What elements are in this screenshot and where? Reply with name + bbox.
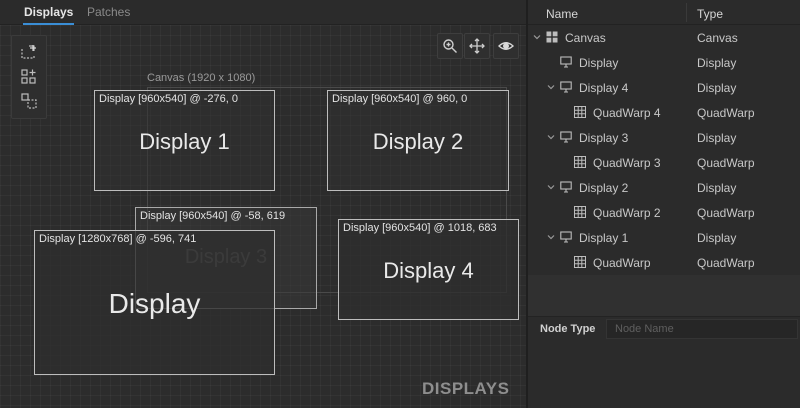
tree-empty-area bbox=[528, 275, 800, 316]
chevron-down-icon[interactable] bbox=[546, 81, 556, 91]
tool-palette bbox=[11, 35, 47, 119]
tree-row-name: QuadWarp 3 bbox=[593, 156, 661, 170]
grid-icon bbox=[574, 106, 586, 118]
display-main-label: Display [1280x768] @ -596, 741 bbox=[39, 233, 197, 245]
chevron-down-icon[interactable] bbox=[532, 31, 542, 41]
tree-row-type: QuadWarp bbox=[697, 156, 755, 170]
tree-row-type: Display bbox=[697, 231, 737, 245]
column-type-header[interactable]: Type bbox=[697, 7, 723, 21]
monitor-icon bbox=[560, 131, 572, 143]
move-button[interactable] bbox=[464, 33, 490, 59]
grid-icon bbox=[574, 206, 586, 218]
chevron-down-icon[interactable] bbox=[546, 131, 556, 141]
tree-row-type: Display bbox=[697, 181, 737, 195]
tree-row-name: QuadWarp 4 bbox=[593, 106, 661, 120]
display-1-box[interactable]: Display [960x540] @ -276, 0 Display 1 bbox=[94, 90, 275, 191]
tree-row-type: Display bbox=[697, 81, 737, 95]
tree-row-name: Display 1 bbox=[579, 231, 629, 245]
tree-row-type: Display bbox=[697, 56, 737, 70]
zoom-icon bbox=[443, 39, 457, 53]
monitor-icon bbox=[560, 56, 572, 68]
tree-row-name: Display bbox=[579, 56, 619, 70]
tab-patches[interactable]: Patches bbox=[87, 4, 130, 24]
displays-watermark: DISPLAYS bbox=[422, 379, 510, 398]
tree-row-quadwarp[interactable]: QuadWarp QuadWarp bbox=[528, 250, 800, 275]
tree-row-display-3[interactable]: Display 3 Display bbox=[528, 125, 800, 150]
tree-row-name: Display 4 bbox=[579, 81, 629, 95]
tree-row-quadwarp-4[interactable]: QuadWarp 4 QuadWarp bbox=[528, 100, 800, 125]
tree-row-type: Canvas bbox=[697, 31, 738, 45]
tree-header: Name Type bbox=[528, 0, 800, 25]
tree-row-type: QuadWarp bbox=[697, 206, 755, 220]
select-region-icon[interactable] bbox=[20, 92, 38, 110]
chevron-down-icon[interactable] bbox=[546, 181, 556, 191]
canvas-icon bbox=[546, 31, 558, 43]
tree-row-type: Display bbox=[697, 131, 737, 145]
node-name-input[interactable] bbox=[606, 319, 798, 339]
display-2-label: Display [960x540] @ 960, 0 bbox=[332, 93, 468, 105]
monitor-icon bbox=[560, 181, 572, 193]
display-main-box[interactable]: Display [1280x768] @ -596, 741 Display bbox=[34, 230, 275, 375]
tree-row-display-4[interactable]: Display 4 Display bbox=[528, 75, 800, 100]
add-grid-icon[interactable] bbox=[20, 68, 38, 86]
display-4-label: Display [960x540] @ 1018, 683 bbox=[343, 222, 497, 234]
tab-displays[interactable]: Displays bbox=[22, 4, 75, 25]
display-1-label: Display [960x540] @ -276, 0 bbox=[99, 93, 238, 105]
tree-row-name: Display 3 bbox=[579, 131, 629, 145]
node-properties-panel: Node Type bbox=[528, 316, 800, 408]
tree-row-canvas[interactable]: Canvas Canvas bbox=[528, 25, 800, 50]
display-canvas-viewport[interactable]: Canvas (1920 x 1080) Display [960x540] @… bbox=[0, 25, 526, 408]
monitor-icon bbox=[560, 231, 572, 243]
tree-row-type: QuadWarp bbox=[697, 256, 755, 270]
tree-row-type: QuadWarp bbox=[697, 106, 755, 120]
tree-row-name: Display 2 bbox=[579, 181, 629, 195]
move-icon bbox=[469, 38, 485, 54]
display-2-box[interactable]: Display [960x540] @ 960, 0 Display 2 bbox=[327, 90, 509, 191]
tree-row-display-1[interactable]: Display 1 Display bbox=[528, 225, 800, 250]
node-type-label: Node Type bbox=[540, 323, 596, 335]
display-3-label: Display [960x540] @ -58, 619 bbox=[140, 210, 286, 222]
grid-icon bbox=[574, 156, 586, 168]
column-name-header[interactable]: Name bbox=[546, 7, 578, 21]
node-tree: Canvas Canvas Display Display Display 4 … bbox=[528, 25, 800, 275]
tree-row-quadwarp-2[interactable]: QuadWarp 2 QuadWarp bbox=[528, 200, 800, 225]
display-1-title: Display 1 bbox=[139, 129, 230, 154]
add-display-icon[interactable] bbox=[20, 44, 38, 62]
column-separator[interactable] bbox=[686, 3, 687, 22]
eye-icon bbox=[498, 42, 514, 50]
monitor-icon bbox=[560, 81, 572, 93]
tree-row-name: QuadWarp bbox=[593, 256, 651, 270]
chevron-down-icon[interactable] bbox=[546, 231, 556, 241]
node-tree-panel: Name Type Canvas Canvas Display Display bbox=[528, 0, 800, 408]
tree-row-name: Canvas bbox=[565, 31, 606, 45]
tree-row-name: QuadWarp 2 bbox=[593, 206, 661, 220]
grid-icon bbox=[574, 256, 586, 268]
display-4-box[interactable]: Display [960x540] @ 1018, 683 Display 4 bbox=[338, 219, 519, 320]
tree-row-display[interactable]: Display Display bbox=[528, 50, 800, 75]
zoom-button[interactable] bbox=[437, 33, 463, 59]
display-main-title: Display bbox=[108, 288, 201, 319]
displays-panel: Displays Patches Canvas (1920 x 1080) Di… bbox=[0, 0, 526, 408]
tree-row-display-2[interactable]: Display 2 Display bbox=[528, 175, 800, 200]
tree-row-quadwarp-3[interactable]: QuadWarp 3 QuadWarp bbox=[528, 150, 800, 175]
display-2-title: Display 2 bbox=[372, 129, 464, 154]
tab-bar: Displays Patches bbox=[0, 0, 526, 25]
display-4-title: Display 4 bbox=[383, 258, 474, 283]
visibility-button[interactable] bbox=[493, 33, 519, 59]
canvas-size-label: Canvas (1920 x 1080) bbox=[147, 72, 256, 84]
